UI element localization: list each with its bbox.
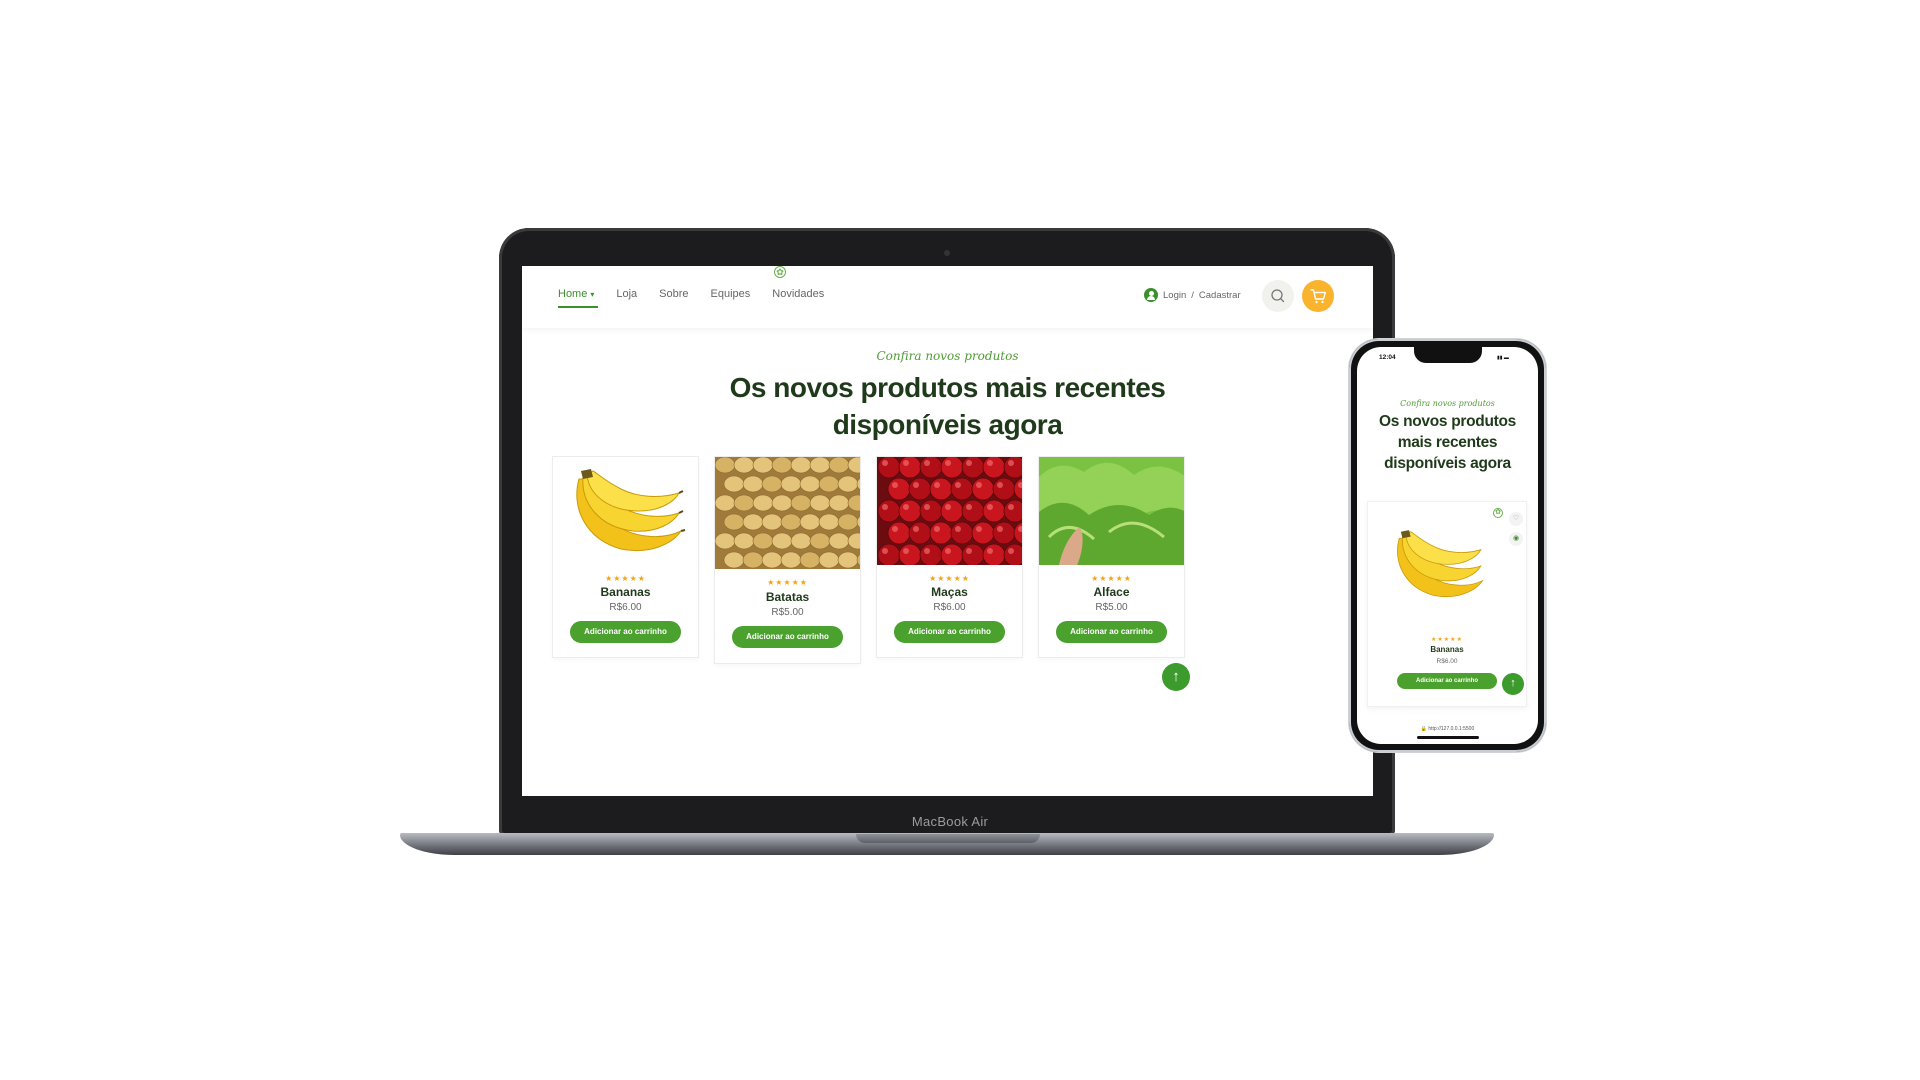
rating-stars: ★★★★★: [605, 574, 646, 583]
nav-link-home[interactable]: Home ▾: [558, 288, 599, 308]
add-to-cart-button[interactable]: Adicionar ao carrinho: [570, 621, 681, 643]
product-name: Alface: [1093, 585, 1130, 599]
auth-separator: /: [1191, 289, 1194, 301]
product-card-bananas: ★★★★★ Bananas R$6.00 Adicionar ao carrin…: [552, 456, 699, 658]
status-bar-time: 12:04: [1379, 354, 1396, 361]
product-image-macas: [877, 457, 1022, 565]
chevron-down-icon: ▾: [590, 290, 595, 299]
top-navbar: ✿ Home ▾ Loja Sobre Equipes Novidades Log…: [522, 266, 1373, 328]
cart-button[interactable]: [1302, 280, 1334, 312]
lock-icon: 🔒: [1420, 726, 1427, 732]
login-link[interactable]: Login: [1163, 290, 1186, 301]
laptop-model-label: MacBook Air: [911, 814, 989, 829]
product-price: R$6.00: [933, 602, 966, 613]
product-image-alface: [1039, 457, 1184, 565]
cart-icon: [1310, 289, 1326, 304]
nav-link-loja[interactable]: Loja: [616, 288, 637, 300]
nav-link-equipes[interactable]: Equipes: [711, 288, 751, 300]
url-text: http://127.0.0.1:5500: [1428, 726, 1475, 732]
rating-stars: ★★★★★: [929, 574, 970, 583]
scroll-to-top-button[interactable]: ↑: [1502, 673, 1524, 695]
product-card-batatas: ★★★★★ Batatas R$5.00 Adicionar ao carrin…: [714, 456, 861, 664]
phone-product-card-bananas: ✿ ♡ ◉ ★★★★★ Bananas R$6.00 Adicionar ao …: [1367, 501, 1527, 707]
product-price: R$6.00: [1436, 658, 1458, 665]
user-icon: [1144, 288, 1158, 302]
laptop-camera: [944, 250, 950, 256]
headline-line-1: Os novos produtos mais recentes: [729, 372, 1166, 403]
phone-section-subtitle: Confira novos produtos: [1400, 399, 1495, 408]
product-name: Bananas: [600, 585, 651, 599]
product-image-batatas: [715, 457, 860, 569]
phone-section-headline: Os novos produtos mais recentes disponív…: [1379, 413, 1516, 472]
quick-view-eye-icon[interactable]: ◉: [1509, 532, 1523, 546]
register-link[interactable]: Cadastrar: [1199, 290, 1241, 301]
arrow-up-icon: ↑: [1510, 677, 1516, 689]
signal-battery-icon: ▮▮ ▬: [1497, 355, 1509, 361]
product-price: R$5.00: [771, 607, 804, 618]
section-headline: Os novos produtos mais recentes disponív…: [522, 369, 1373, 443]
device-mockup-stage: ✿ Home ▾ Loja Sobre Equipes Novidades Log…: [0, 0, 1920, 1080]
product-price: R$5.00: [1095, 602, 1128, 613]
wishlist-heart-icon[interactable]: ♡: [1509, 512, 1523, 526]
laptop-screen: ✿ Home ▾ Loja Sobre Equipes Novidades Log…: [522, 266, 1373, 796]
search-button[interactable]: [1262, 280, 1294, 312]
section-subtitle: Confira novos produtos: [876, 349, 1019, 363]
product-image-bananas: [553, 457, 698, 569]
nav-links: Home ▾ Loja Sobre Equipes Novidades: [558, 288, 824, 308]
search-icon: [1271, 289, 1285, 303]
headline-line-2: disponíveis agora: [832, 409, 1063, 440]
product-name: Maças: [931, 585, 968, 599]
product-name: Bananas: [1430, 645, 1464, 654]
rating-stars: ★★★★★: [1431, 637, 1463, 643]
nav-link-sobre[interactable]: Sobre: [659, 288, 688, 300]
add-to-cart-button[interactable]: Adicionar ao carrinho: [894, 621, 1005, 643]
rating-stars: ★★★★★: [767, 578, 808, 587]
product-name: Batatas: [765, 590, 810, 604]
add-to-cart-button[interactable]: Adicionar ao carrinho: [1397, 673, 1497, 689]
auth-links: Login / Cadastrar: [1144, 288, 1241, 302]
scroll-to-top-button[interactable]: ↑: [1162, 663, 1190, 691]
nav-link-novidades[interactable]: Novidades: [772, 288, 824, 300]
browser-url-bar[interactable]: 🔒 http://127.0.0.1:5500: [1357, 726, 1538, 732]
arrow-up-icon: ↑: [1172, 668, 1180, 685]
add-to-cart-button[interactable]: Adicionar ao carrinho: [1056, 621, 1167, 643]
rating-stars: ★★★★★: [1091, 574, 1132, 583]
product-card-alface: ★★★★★ Alface R$5.00 Adicionar ao carrinh…: [1038, 456, 1185, 658]
product-card-macas: ★★★★★ Maças R$6.00 Adicionar ao carrinho: [876, 456, 1023, 658]
leaf-decoration-icon: ✿: [774, 266, 786, 278]
phone-screen: 12:04 ▮▮ ▬ Confira novos produtos Os nov…: [1357, 347, 1538, 744]
nav-link-home-label: Home: [558, 288, 588, 300]
phone-notch: [1414, 347, 1482, 363]
add-to-cart-button[interactable]: Adicionar ao carrinho: [732, 626, 843, 648]
laptop-hinge-notch: [856, 834, 1040, 843]
product-price: R$6.00: [609, 602, 642, 613]
home-indicator: [1417, 736, 1479, 739]
phone-product-image-bananas: [1397, 530, 1484, 597]
